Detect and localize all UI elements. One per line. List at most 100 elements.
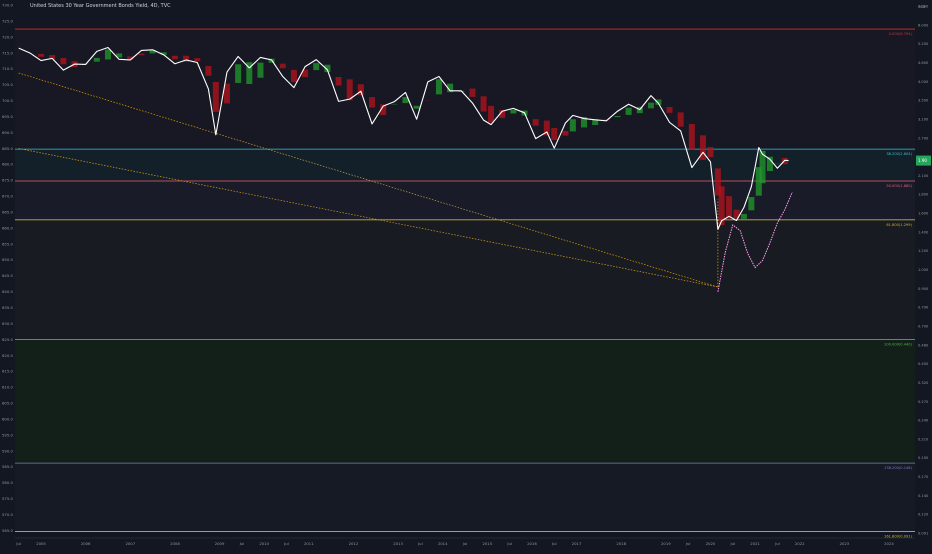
- right-axis-tick: 1.200: [918, 249, 929, 253]
- left-axis-tick: 660.0: [2, 225, 13, 230]
- left-axis-tick: 620.0: [2, 353, 13, 358]
- fib-level-label: 38.200(2.604): [886, 152, 912, 156]
- left-axis-tick: 685.0: [2, 146, 13, 151]
- right-axis-tick: 5.200: [918, 42, 929, 46]
- right-axis-tick: 0.170: [918, 475, 929, 479]
- x-axis-tick: 2008: [170, 541, 180, 546]
- x-axis-tick: 2005: [36, 541, 46, 546]
- x-axis-tick: 2023: [840, 541, 850, 546]
- left-axis-tick: 575.0: [2, 496, 13, 501]
- x-axis-tick: 2011: [304, 541, 314, 546]
- x-axis-tick: 2012: [349, 541, 359, 546]
- x-axis-tick: 2020: [706, 541, 716, 546]
- right-axis-tick: 0.900: [918, 287, 929, 291]
- right-axis-tick: 0.240: [918, 419, 929, 423]
- left-axis-tick: 580.0: [2, 480, 13, 485]
- fib-level-label: 61.800(1.299): [886, 223, 912, 227]
- left-axis-tick: 585.0: [2, 464, 13, 469]
- left-axis-tick: 690.0: [2, 130, 13, 135]
- x-axis-tick: Jul: [417, 541, 423, 546]
- fib-zone: [15, 29, 915, 150]
- left-axis-tick: 680.0: [2, 162, 13, 167]
- x-axis-tick: Jul: [729, 541, 735, 546]
- right-axis-tick: 3.100: [918, 117, 929, 121]
- chart-svg[interactable]: 0.000(6.794) 38.200(2.604) 50.000(1.880) 61…: [0, 0, 932, 550]
- fib-zone: [15, 219, 915, 340]
- x-axis-tick: 2018: [616, 541, 626, 546]
- right-axis-tick: 0.190: [918, 456, 929, 460]
- x-axis-tick: 2021: [750, 541, 760, 546]
- left-axis-tick: 595.0: [2, 432, 13, 437]
- left-axis-tick: 605.0: [2, 401, 13, 406]
- x-axis-tick: 2015: [482, 541, 492, 546]
- fib-level-label: 50.000(1.880): [886, 184, 912, 188]
- right-axis-tick: 2.100: [918, 174, 929, 178]
- left-axis-tick: 695.0: [2, 114, 13, 119]
- x-axis-tick: 2006: [81, 541, 91, 546]
- x-axis-tick: 2016: [527, 541, 537, 546]
- right-axis-tick: 0.700: [918, 324, 929, 328]
- right-axis-tick: 0.270: [918, 400, 929, 404]
- right-axis-tick: 1.400: [918, 230, 929, 234]
- x-axis-tick: Jul: [551, 541, 557, 546]
- left-axis-tick: 635.0: [2, 305, 13, 310]
- left-axis-tick: 665.0: [2, 209, 13, 214]
- x-axis-tick: 2007: [125, 541, 135, 546]
- x-axis-tick: Jul: [283, 541, 289, 546]
- fib-level-label: 0.000(6.794): [889, 32, 913, 36]
- x-axis-tick: 2014: [438, 541, 448, 546]
- x-axis-tick: 2022: [795, 541, 805, 546]
- right-axis-tick: 0.120: [918, 513, 929, 517]
- left-axis-tick: 600.0: [2, 416, 13, 421]
- left-axis-tick: 610.0: [2, 385, 13, 390]
- right-axis-tick: 2.700: [918, 136, 929, 140]
- left-axis-tick: 720.0: [2, 34, 13, 39]
- left-axis-tick: 650.0: [2, 257, 13, 262]
- left-axis-tick: 640.0: [2, 289, 13, 294]
- fib-zone: [15, 339, 915, 464]
- x-axis-tick: 2017: [572, 541, 582, 546]
- x-axis-tick: Jul: [462, 541, 468, 546]
- right-axis-tick: 0.480: [918, 343, 929, 347]
- x-axis-tick: 2019: [661, 541, 671, 546]
- x-axis-tick: Jul: [239, 541, 245, 546]
- left-axis-tick: 700.0: [2, 98, 13, 103]
- right-axis-tick: 0.091: [918, 532, 928, 536]
- x-axis-tick: Jul: [774, 541, 780, 546]
- x-axis-tick: 2009: [215, 541, 225, 546]
- right-axis-tick: 0.790: [918, 306, 929, 310]
- fib-level-label: 100.000(0.440): [884, 343, 913, 347]
- right-axis-tick: 0.140: [918, 494, 929, 498]
- right-axis-tick: 1.050: [918, 268, 929, 272]
- fib-zone: [15, 463, 915, 532]
- left-axis-tick: 625.0: [2, 337, 13, 342]
- fib-zone: [15, 180, 915, 220]
- left-axis-tick: 590.0: [2, 448, 13, 453]
- left-axis-tick: 565.0: [2, 528, 13, 533]
- x-axis-tick: 2024: [884, 541, 894, 546]
- x-axis-tick: Jul: [506, 541, 512, 546]
- x-axis-tick: Jul: [15, 541, 21, 546]
- right-axis-tick: 1.600: [918, 212, 929, 216]
- right-axis-tick: 4.600: [918, 61, 929, 65]
- chart-title: United States 30 Year Government Bonds Y…: [30, 3, 171, 9]
- right-axis-tick: 0.400: [918, 362, 929, 366]
- x-axis-tick: Jul: [685, 541, 691, 546]
- left-axis-tick: 715.0: [2, 50, 13, 55]
- currency-label: USD: [918, 5, 926, 9]
- left-axis-tick: 705.0: [2, 82, 13, 87]
- right-axis-tick: 1.800: [918, 193, 929, 197]
- right-axis-tick: 3.500: [918, 99, 929, 103]
- right-axis-tick: 4.000: [918, 80, 929, 84]
- left-axis-tick: 655.0: [2, 241, 13, 246]
- left-axis-tick: 630.0: [2, 321, 13, 326]
- right-axis-tick: 0.320: [918, 381, 929, 385]
- price-label: 1.90: [918, 158, 927, 163]
- left-axis-tick: 570.0: [2, 512, 13, 517]
- x-axis-tick: 2013: [393, 541, 403, 546]
- left-axis-tick: 710.0: [2, 66, 13, 71]
- left-axis-tick: 670.0: [2, 194, 13, 199]
- left-axis-tick: 645.0: [2, 273, 13, 278]
- right-axis-tick: 0.210: [918, 437, 929, 441]
- left-axis-tick: 730.0: [2, 2, 13, 7]
